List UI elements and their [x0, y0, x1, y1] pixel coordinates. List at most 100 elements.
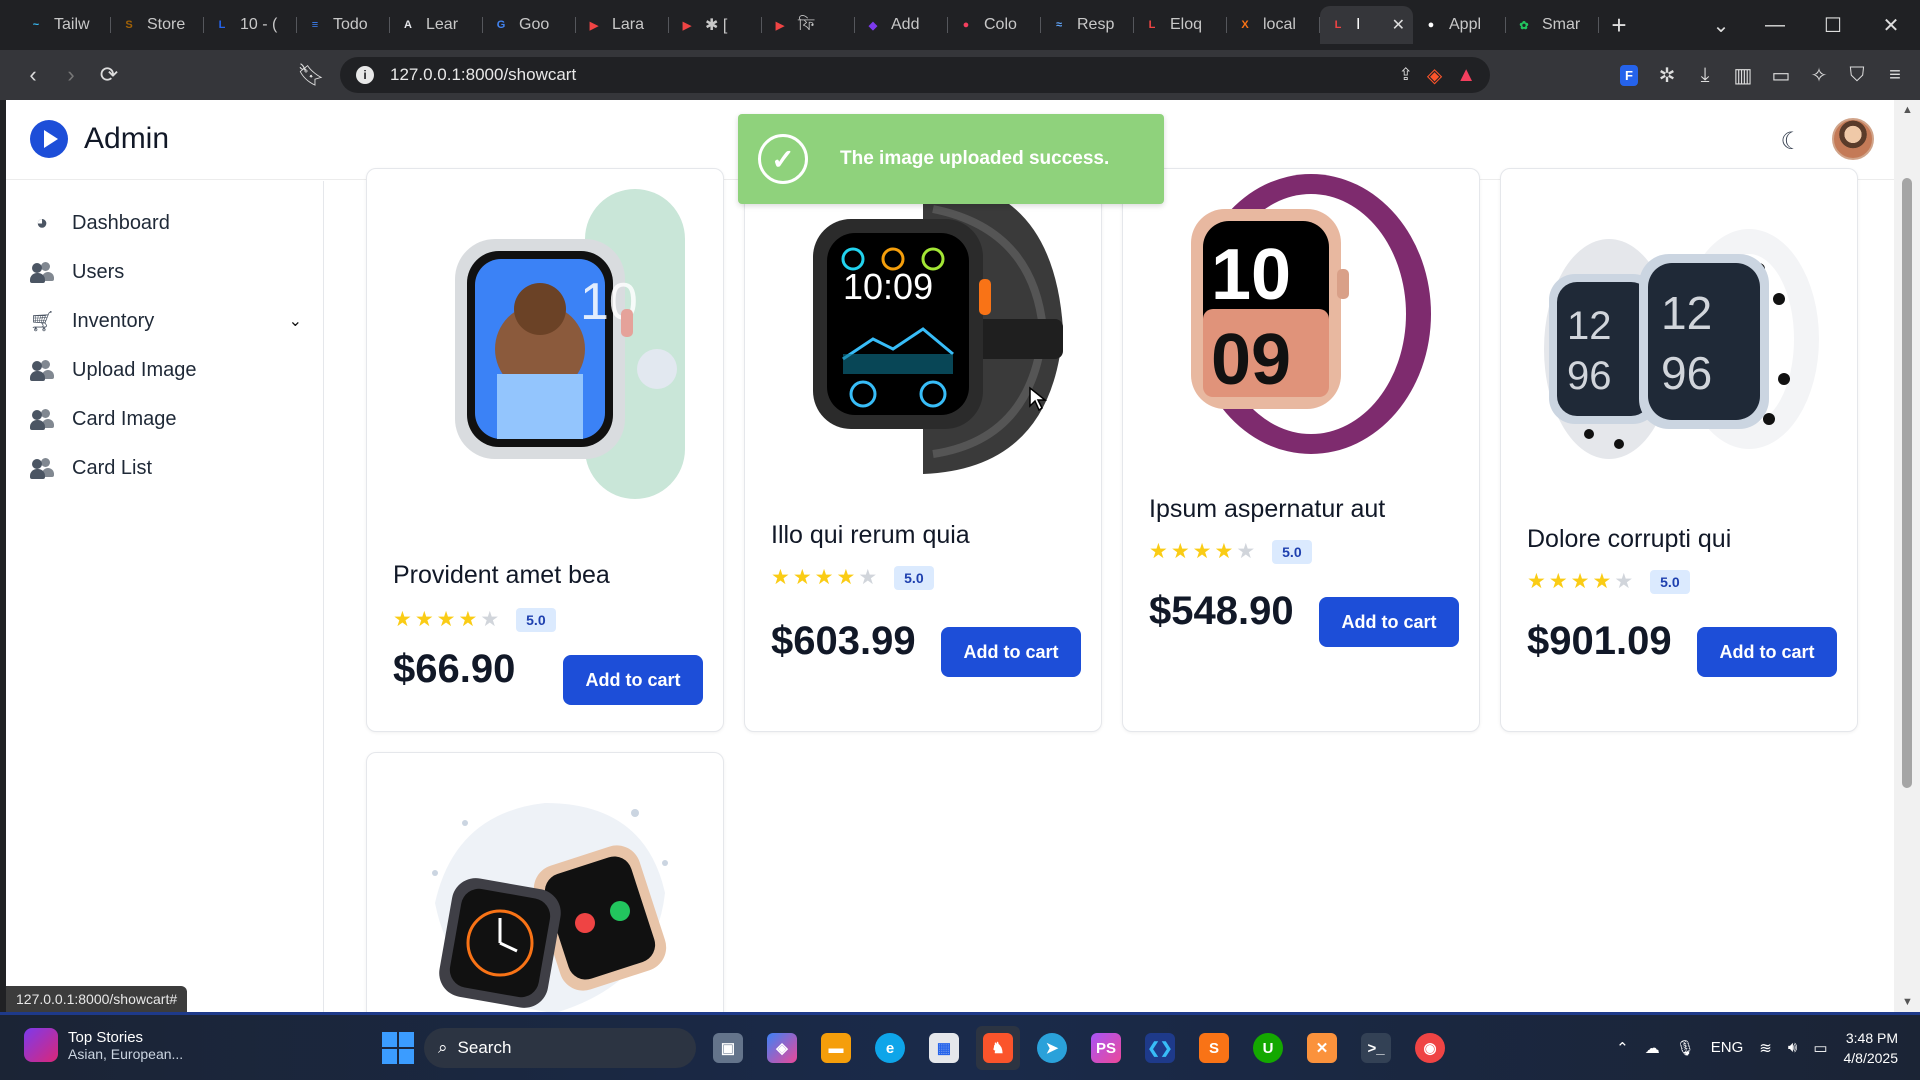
vpn-shield-icon[interactable]: ⛉ [1842, 60, 1872, 90]
microphone-icon[interactable]: 🎙︎ [1676, 1039, 1695, 1057]
browser-tab[interactable]: ~ Tailw [18, 6, 111, 44]
sidebar-toggle-icon[interactable]: ▥ [1728, 60, 1758, 90]
product-image[interactable]: 10 09 [1123, 169, 1479, 469]
color-icon: ● [962, 19, 970, 31]
download-icon[interactable]: ⤓ [1690, 60, 1720, 90]
tray-chevron-up-icon[interactable]: ⌃ [1616, 1039, 1629, 1057]
close-window-button[interactable]: ✕ [1862, 13, 1920, 38]
share-icon[interactable]: ⇪ [1399, 65, 1413, 85]
sidebar-item-dashboard[interactable]: ◕ Dashboard [30, 203, 310, 243]
product-card: 10:09 Illo qui rerum quia ★ ★ ★ ★ ★ 5.0 $603.… [744, 168, 1102, 732]
vscode-icon[interactable]: ❮❯ [1138, 1026, 1182, 1070]
chrome-icon[interactable]: ◉ [1408, 1026, 1452, 1070]
address-bar[interactable]: i 127.0.0.1:8000/showcart ⇪ ◈ ▲ [340, 57, 1490, 93]
volume-icon[interactable]: 🔊︎ [1788, 1039, 1797, 1056]
browser-tab[interactable]: ✿ Smar [1506, 6, 1599, 44]
avatar[interactable] [1832, 118, 1874, 160]
reload-button[interactable]: ⟳ [90, 56, 128, 94]
browser-tab[interactable]: L Eloq [1134, 6, 1227, 44]
onedrive-icon[interactable]: ☁ [1645, 1039, 1660, 1057]
add-to-cart-button[interactable]: Add to cart [941, 627, 1081, 677]
brave-shield-icon[interactable]: ◈ [1427, 63, 1442, 88]
sidebar-item-upload-image[interactable]: Upload Image [30, 350, 310, 390]
wifi-icon[interactable]: ≋ [1759, 1039, 1772, 1057]
telegram-icon[interactable]: ➤ [1030, 1026, 1074, 1070]
browser-tab[interactable]: L 10 - ( [204, 6, 297, 44]
page-scrollbar[interactable]: ▲ ▼ [1894, 100, 1920, 1012]
menu-icon[interactable]: ≡ [1880, 60, 1910, 90]
browser-tab-label: Smar [1542, 16, 1581, 33]
tab-list-chevron-icon[interactable]: ⌄ [1696, 13, 1746, 38]
copilot-icon[interactable]: ◈ [760, 1026, 804, 1070]
browser-tab[interactable]: ▶ ✱ [ [669, 6, 762, 44]
scrollbar-thumb[interactable] [1902, 178, 1912, 788]
extensions-puzzle-icon[interactable]: ✲ [1652, 60, 1682, 90]
product-title[interactable]: Dolore corrupti qui [1527, 525, 1731, 554]
edge-icon[interactable]: e [868, 1026, 912, 1070]
sidebar-item-card-image[interactable]: Card Image [30, 399, 310, 439]
star-icon: ★ [1192, 540, 1212, 563]
add-to-cart-button[interactable]: Add to cart [1319, 597, 1459, 647]
ai-sparkle-icon[interactable]: ✧ [1804, 60, 1834, 90]
product-image[interactable] [367, 783, 723, 1012]
product-image[interactable]: 10:09 [745, 169, 1101, 487]
sidebar-item-inventory[interactable]: 🛒︎ Inventory ⌄ [29, 301, 310, 341]
forward-button[interactable]: › [52, 56, 90, 94]
scroll-up-arrow-icon[interactable]: ▲ [1902, 104, 1913, 116]
bookmark-icon[interactable]: 🔖︎ [292, 56, 330, 94]
store-icon[interactable]: ▦ [922, 1026, 966, 1070]
browser-tab[interactable]: Xlocal [1227, 6, 1320, 44]
brand-title[interactable]: Admin [84, 122, 169, 156]
taskbar-search[interactable]: ⌕ Search [424, 1028, 696, 1068]
close-tab-icon[interactable]: ✕ [1392, 15, 1405, 35]
browser-tab[interactable]: A Lear [390, 6, 483, 44]
new-tab-button[interactable]: + [1599, 6, 1639, 44]
brave-icon[interactable]: ♞ [976, 1026, 1020, 1070]
dark-mode-moon-icon[interactable]: ☾ [1780, 127, 1802, 156]
product-image[interactable]: 10 [367, 179, 723, 509]
add-to-cart-button[interactable]: Add to cart [1697, 627, 1837, 677]
add-to-cart-button[interactable]: Add to cart [563, 655, 703, 705]
browser-tab[interactable]: ≈ Resp [1041, 6, 1134, 44]
terminal-icon[interactable]: >_ [1354, 1026, 1398, 1070]
product-title[interactable]: Provident amet bea [393, 561, 610, 590]
logo-icon[interactable] [30, 120, 68, 158]
news-widget[interactable]: Top Stories Asian, European... [24, 1028, 183, 1062]
product-image[interactable]: 12 96 12 96 [1501, 199, 1857, 499]
phpstorm-icon[interactable]: PS [1084, 1026, 1128, 1070]
file-explorer-icon[interactable]: ▬ [814, 1026, 858, 1070]
sidebar-item-card-list[interactable]: Card List [30, 448, 310, 488]
product-title[interactable]: Illo qui rerum quia [771, 521, 970, 550]
battery-icon[interactable]: ▭ [1813, 1039, 1827, 1057]
mouse-cursor-icon [1029, 386, 1048, 412]
browser-tab[interactable]: S Store [111, 6, 204, 44]
browser-tab[interactable]: ▶ Lara [576, 6, 669, 44]
browser-tab[interactable]: ▶ ফি [762, 6, 855, 44]
xampp-icon[interactable]: ✕ [1300, 1026, 1344, 1070]
leaf-icon: ✿ [1519, 19, 1529, 32]
browser-tab[interactable]: ◆ Add [855, 6, 948, 44]
browser-tab[interactable]: ≡ Todo [297, 6, 390, 44]
maximize-button[interactable]: ☐ [1804, 13, 1862, 38]
upwork-icon[interactable]: U [1246, 1026, 1290, 1070]
browser-tab[interactable]: ● Colo [948, 6, 1041, 44]
scroll-down-arrow-icon[interactable]: ▼ [1902, 996, 1913, 1008]
wallet-icon[interactable]: ▭ [1766, 60, 1796, 90]
language-indicator[interactable]: ENG [1711, 1039, 1744, 1056]
chevron-down-icon[interactable]: ⌄ [289, 311, 302, 331]
extension-f-icon[interactable]: F [1614, 60, 1644, 90]
product-title[interactable]: Ipsum aspernatur aut [1149, 495, 1385, 524]
windows-start-icon[interactable] [382, 1032, 414, 1064]
back-button[interactable]: ‹ [14, 56, 52, 94]
site-info-icon[interactable]: i [356, 66, 374, 84]
browser-tab[interactable]: G Goo [483, 6, 576, 44]
clock[interactable]: 3:48 PM 4/8/2025 [1844, 1028, 1899, 1068]
browser-tab[interactable]: ● Appl [1413, 6, 1506, 44]
brave-rewards-icon[interactable]: ▲ [1456, 64, 1476, 87]
browser-tab[interactable]: L I ✕ [1320, 6, 1413, 44]
sidebar-item-users[interactable]: Users [30, 252, 310, 292]
minimize-button[interactable]: — [1746, 14, 1804, 37]
sublime-icon[interactable]: S [1192, 1026, 1236, 1070]
task-view-icon[interactable]: ▣ [706, 1026, 750, 1070]
window-controls: ⌄ — ☐ ✕ [1696, 0, 1920, 50]
